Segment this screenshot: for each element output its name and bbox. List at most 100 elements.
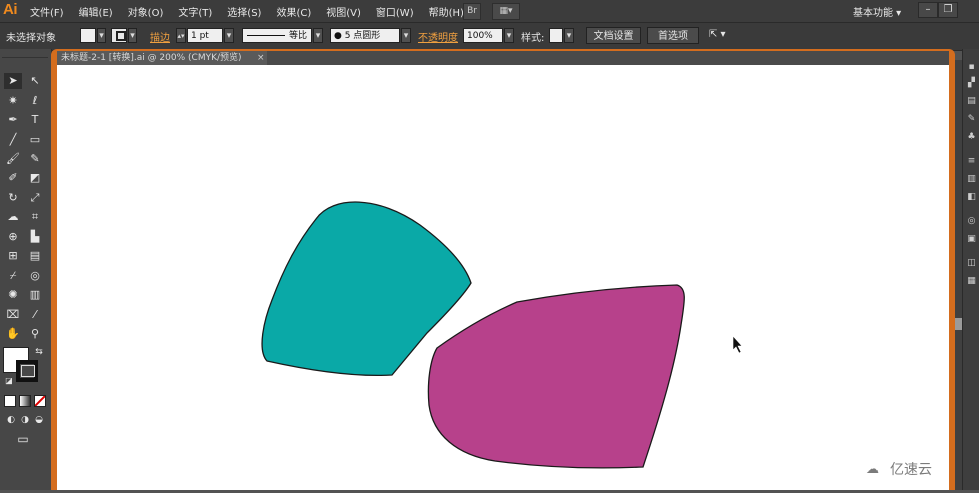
arrange-documents-button[interactable]: ▦▾ xyxy=(492,3,520,20)
line-tool-icon[interactable]: ╱ xyxy=(4,132,22,148)
graphic-styles-panel-icon[interactable]: ▣ xyxy=(967,235,976,244)
menu-select[interactable]: 选择(S) xyxy=(227,4,261,19)
vertical-scrollbar-thumb[interactable] xyxy=(955,318,962,330)
screen-mode-icon[interactable]: ▭ xyxy=(14,431,32,447)
fill-swatch[interactable] xyxy=(80,28,96,43)
panel-options-icon[interactable]: ⇱ ▾ xyxy=(709,29,726,40)
color-guide-panel-icon[interactable]: ▞ xyxy=(967,79,976,88)
tools-panel-grip[interactable] xyxy=(2,51,48,58)
watermark-text: 亿速云 xyxy=(890,462,932,478)
blob-brush-tool-icon[interactable]: ✐ xyxy=(4,170,22,186)
stroke-weight-stepper[interactable]: ▴▾ xyxy=(176,28,186,43)
menu-help[interactable]: 帮助(H) xyxy=(429,4,464,19)
stroke-dropdown[interactable]: ▾ xyxy=(128,28,137,43)
vertical-scrollbar[interactable] xyxy=(955,60,962,490)
blend-tool-icon[interactable]: ◎ xyxy=(26,268,44,284)
stroke-swatch-icon xyxy=(116,31,126,41)
selection-tool-icon[interactable]: ➤ xyxy=(4,73,22,89)
gradient-mode-icon[interactable] xyxy=(19,395,31,407)
zoom-tool-icon[interactable]: ⚲ xyxy=(26,326,44,342)
stroke-color-swatch[interactable] xyxy=(16,360,38,382)
arrange-documents-icon: ▦▾ xyxy=(499,6,513,16)
hand-tool-icon[interactable]: ✋ xyxy=(4,326,22,342)
close-tab-icon[interactable]: × xyxy=(257,51,265,65)
stroke-swatch[interactable] xyxy=(111,28,127,43)
type-tool-icon[interactable]: T xyxy=(26,112,44,128)
artboards-panel-icon[interactable]: ▦ xyxy=(967,277,976,286)
document-tab[interactable]: 未标题-2-1 [转换].ai @ 200% (CMYK/预览) xyxy=(57,51,267,65)
workspace-switcher[interactable]: 基本功能 ▾ xyxy=(853,4,901,19)
appearance-panel-icon[interactable]: ◎ xyxy=(967,217,976,226)
artwork xyxy=(261,201,743,469)
rectangle-tool-icon[interactable]: ▭ xyxy=(26,132,44,148)
eyedropper-tool-icon[interactable]: ⌿ xyxy=(4,268,22,284)
watermark-cloud-icon: ☁ xyxy=(866,462,879,477)
rotate-tool-icon[interactable]: ↻ xyxy=(4,190,22,206)
transparency-panel-icon[interactable]: ◧ xyxy=(967,193,976,202)
draw-inside-icon[interactable]: ◒ xyxy=(30,412,48,428)
color-mode-icon[interactable] xyxy=(4,395,16,407)
main-menu: 文件(F) 编辑(E) 对象(O) 文字(T) 选择(S) 效果(C) 视图(V… xyxy=(30,4,464,19)
pen-tool-icon[interactable]: ✒ xyxy=(4,112,22,128)
slice-tool-icon[interactable]: ⁄ xyxy=(26,307,44,323)
preferences-button[interactable]: 首选项 xyxy=(647,27,699,44)
bridge-button[interactable]: Br xyxy=(463,3,481,20)
app-logo: Ai xyxy=(3,1,18,18)
layers-panel-icon[interactable]: ◫ xyxy=(967,259,976,268)
eraser-tool-icon[interactable]: ◩ xyxy=(26,170,44,186)
profile-dropdown[interactable]: ▾ xyxy=(313,28,323,43)
lasso-tool-icon[interactable]: ℓ xyxy=(26,93,44,109)
menu-object[interactable]: 对象(O) xyxy=(128,4,164,19)
menu-file[interactable]: 文件(F) xyxy=(30,4,64,19)
menu-edit[interactable]: 编辑(E) xyxy=(79,4,113,19)
stroke-weight-dropdown[interactable]: ▾ xyxy=(224,28,234,43)
shape-builder-tool-icon[interactable]: ⊕ xyxy=(4,229,22,245)
stroke-weight-input[interactable]: 1 pt xyxy=(187,28,223,43)
gradient-tool-icon[interactable]: ▤ xyxy=(26,248,44,264)
stroke-panel-icon[interactable]: ≡ xyxy=(967,157,976,166)
gradient-panel-icon[interactable]: ▥ xyxy=(967,175,976,184)
symbol-sprayer-tool-icon[interactable]: ✺ xyxy=(4,287,22,303)
default-colors-icon[interactable]: ◪ xyxy=(0,373,18,389)
stroke-label[interactable]: 描边 xyxy=(150,29,170,44)
color-panel-icon[interactable]: ▪ xyxy=(967,63,976,72)
restore-button[interactable]: ❐ xyxy=(938,2,958,18)
warp-tool-icon[interactable]: ☁ xyxy=(4,209,22,225)
pencil-tool-icon[interactable]: ✎ xyxy=(26,151,44,167)
magic-wand-tool-icon[interactable]: ✷ xyxy=(4,93,22,109)
menu-bar: Ai 文件(F) 编辑(E) 对象(O) 文字(T) 选择(S) 效果(C) 视… xyxy=(0,0,979,22)
menu-window[interactable]: 窗口(W) xyxy=(376,4,414,19)
style-swatch[interactable] xyxy=(549,28,563,43)
opacity-label[interactable]: 不透明度 xyxy=(418,29,458,44)
fill-dropdown[interactable]: ▾ xyxy=(97,28,106,43)
swap-fill-stroke-icon[interactable]: ⇆ xyxy=(30,344,48,360)
tools-panel: ➤ ↖ ✷ ℓ ✒ T ╱ ▭ 🖌 ✎ ✐ ◩ ↻ ⤢ ☁ ⌗ ⊕ ▙ ⊞ ▤ … xyxy=(0,49,52,490)
mesh-tool-icon[interactable]: ⊞ xyxy=(4,248,22,264)
minimize-button[interactable]: – xyxy=(918,2,938,18)
document-setup-button[interactable]: 文档设置 xyxy=(586,27,641,44)
artboard-canvas[interactable] xyxy=(57,65,949,490)
perspective-grid-tool-icon[interactable]: ▙ xyxy=(26,229,44,245)
brush-dropdown[interactable]: ▾ xyxy=(401,28,411,43)
style-dropdown[interactable]: ▾ xyxy=(564,28,574,43)
column-graph-tool-icon[interactable]: ▥ xyxy=(26,287,44,303)
menu-type[interactable]: 文字(T) xyxy=(178,4,212,19)
menu-view[interactable]: 视图(V) xyxy=(326,4,361,19)
menu-effect[interactable]: 效果(C) xyxy=(276,4,311,19)
symbols-panel-icon[interactable]: ♣ xyxy=(967,133,976,142)
brush-definition[interactable]: ● 5 点圆形 xyxy=(330,28,400,43)
swatches-panel-icon[interactable]: ▤ xyxy=(967,97,976,106)
none-mode-icon[interactable] xyxy=(34,395,46,407)
brushes-panel-icon[interactable]: ✎ xyxy=(967,115,976,124)
paintbrush-tool-icon[interactable]: 🖌 xyxy=(4,151,22,167)
brush-dot-icon: ● xyxy=(334,31,345,41)
profile-line-icon xyxy=(247,35,285,36)
direct-selection-tool-icon[interactable]: ↖ xyxy=(26,73,44,89)
free-transform-tool-icon[interactable]: ⌗ xyxy=(26,209,44,225)
opacity-input[interactable]: 100% xyxy=(463,28,503,43)
artboard-tool-icon[interactable]: ⌧ xyxy=(4,307,22,323)
magenta-shape[interactable] xyxy=(427,284,685,469)
opacity-dropdown[interactable]: ▾ xyxy=(504,28,514,43)
scale-tool-icon[interactable]: ⤢ xyxy=(26,190,44,206)
variable-width-profile[interactable]: 等比 xyxy=(242,28,312,43)
